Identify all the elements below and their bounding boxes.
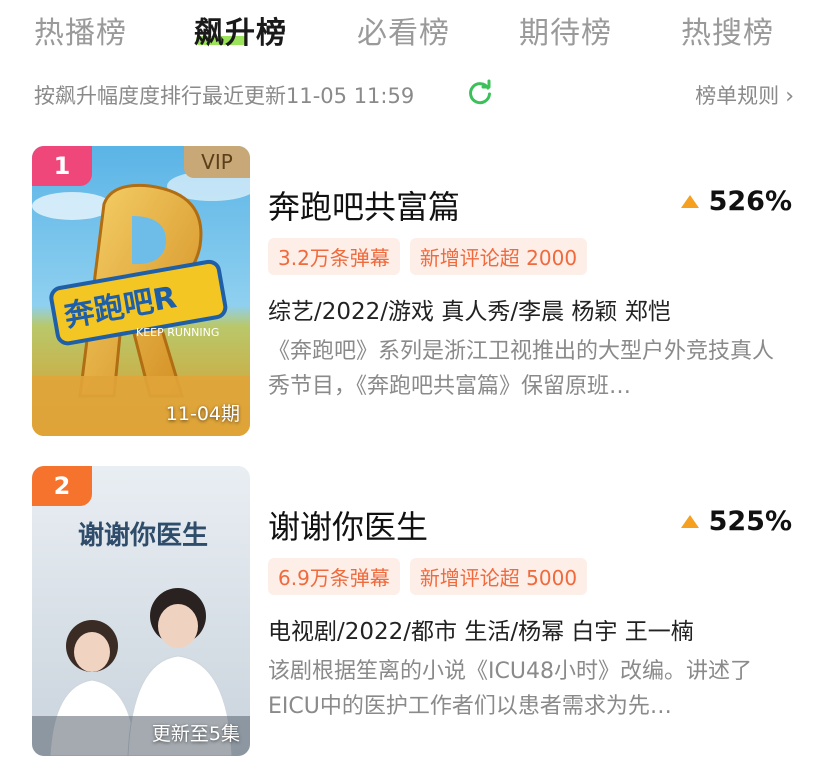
episode-caption: 11-04期 <box>165 403 240 425</box>
danmaku-count-badge: 6.9万条弹幕 <box>268 558 400 595</box>
stat-badges: 6.9万条弹幕 新增评论超 5000 <box>268 558 588 595</box>
episode-caption: 更新至5集 <box>151 723 240 745</box>
rank-badge: 2 <box>32 466 92 506</box>
growth-rate: 525% <box>680 506 792 537</box>
new-comments-badge: 新增评论超 2000 <box>409 238 588 275</box>
danmaku-count-badge: 3.2万条弹幕 <box>268 238 400 275</box>
show-description: 该剧根据笙离的小说《ICU48小时》改编。讲述了EICU中的医护工作者们以患者需… <box>268 659 752 719</box>
rank-badge: 1 <box>32 146 92 186</box>
ranking-tabs: 热播榜 飙升榜 必看榜 期待榜 热搜榜 <box>0 0 828 60</box>
doctor-drama-poster-art: 谢谢你医生 <box>32 466 250 756</box>
tab-hot[interactable]: 热播榜 <box>34 8 127 52</box>
show-title[interactable]: 谢谢你医生 <box>268 502 428 548</box>
svg-text:KEEP RUNNING: KEEP RUNNING <box>136 326 219 339</box>
tab-rising[interactable]: 飙升榜 <box>194 8 287 52</box>
tab-must-watch[interactable]: 必看榜 <box>357 8 450 52</box>
show-title[interactable]: 奔跑吧共富篇 <box>268 182 460 228</box>
tab-anticipated[interactable]: 期待榜 <box>519 8 612 52</box>
growth-value: 525% <box>708 506 792 537</box>
running-man-poster-art: 奔跑吧R KEEP RUNNING <box>32 146 250 436</box>
show-description: 《奔跑吧》系列是浙江卫视推出的大型户外竞技真人秀节目，《奔跑吧共富篇》保留原班… <box>268 339 775 399</box>
ranking-rules-label: 榜单规则 <box>695 84 780 108</box>
growth-value: 526% <box>708 186 792 217</box>
chevron-right-icon: › <box>785 84 794 109</box>
triangle-up-icon <box>680 195 699 208</box>
poster-title: 谢谢你医生 <box>78 520 208 551</box>
poster-image[interactable]: 谢谢你医生 2 更新至5集 <box>32 466 250 756</box>
ranking-item-2[interactable]: 谢谢你医生 2 更新至5集 谢谢你医生 525% 6.9万条弹幕 新增评论超 5… <box>32 466 796 756</box>
vip-badge: VIP <box>184 146 250 178</box>
refresh-icon[interactable] <box>466 79 494 107</box>
stat-badges: 3.2万条弹幕 新增评论超 2000 <box>268 238 588 275</box>
triangle-up-icon <box>680 515 699 528</box>
tab-hot-search[interactable]: 热搜榜 <box>681 8 774 52</box>
show-meta: 综艺/2022/游戏 真人秀/李晨 杨颖 郑恺 <box>268 299 671 325</box>
ranking-update-info: 按飙升幅度度排行最近更新11-05 11:59 <box>34 84 415 108</box>
growth-rate: 526% <box>680 186 792 217</box>
ranking-subheader: 按飙升幅度度排行最近更新11-05 11:59 榜单规则 › <box>34 78 794 112</box>
new-comments-badge: 新增评论超 5000 <box>409 558 588 595</box>
show-meta: 电视剧/2022/都市 生活/杨幂 白宇 王一楠 <box>268 619 694 645</box>
ranking-item-1[interactable]: 奔跑吧R KEEP RUNNING 1 VIP 11-04期 奔跑吧共富篇 52… <box>32 146 796 436</box>
poster-image[interactable]: 奔跑吧R KEEP RUNNING 1 VIP 11-04期 <box>32 146 250 436</box>
ranking-rules-link[interactable]: 榜单规则 › <box>695 80 794 110</box>
